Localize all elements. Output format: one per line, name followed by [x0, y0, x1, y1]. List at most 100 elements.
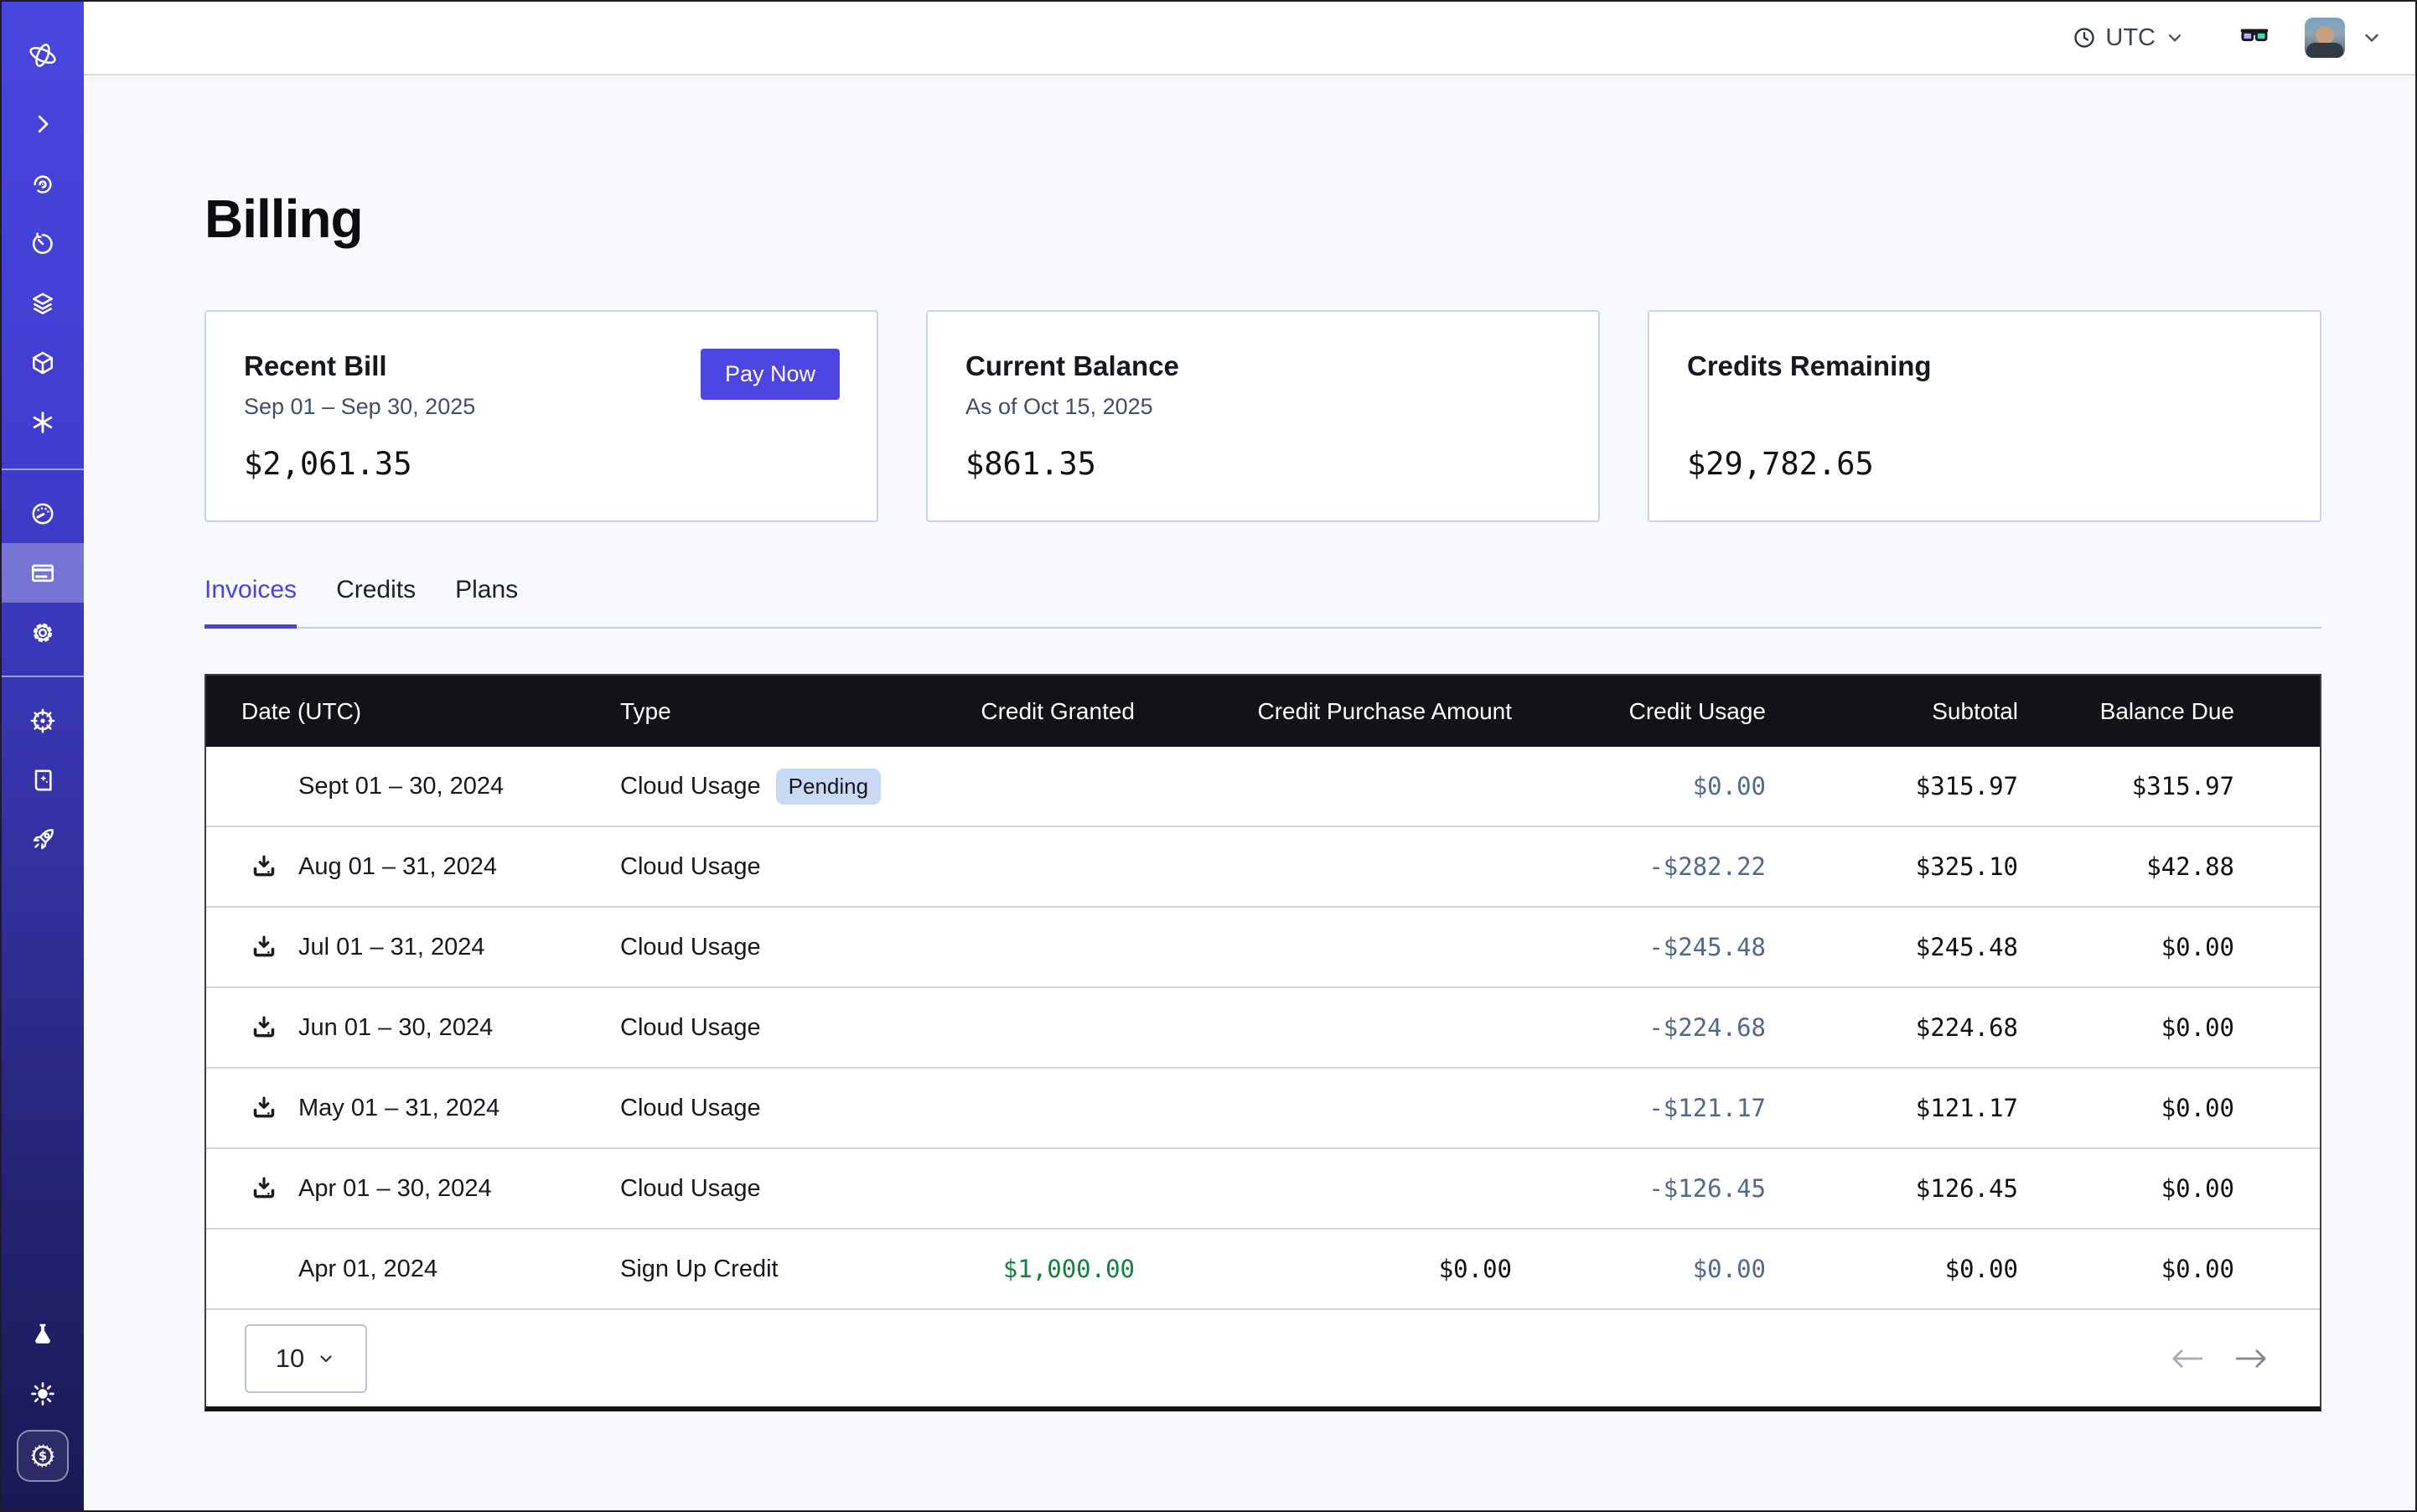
table-row: Apr 01 – 30, 2024 Cloud Usage -$126.45 $… [206, 1149, 2320, 1230]
sidebar-item-docs[interactable] [2, 750, 84, 810]
topbar: UTC [84, 2, 2417, 75]
timezone-selector[interactable]: UTC [2072, 24, 2186, 52]
download-invoice-button[interactable] [250, 1174, 278, 1203]
cell-date: Jul 01 – 31, 2024 [206, 933, 620, 961]
layers-icon [29, 290, 56, 317]
table-row: Sept 01 – 30, 2024 Cloud Usage Pending $… [206, 747, 2320, 827]
previous-page-button[interactable] [2171, 1346, 2204, 1371]
tab-credits[interactable]: Credits [336, 576, 416, 629]
billing-card-icon [29, 560, 56, 587]
table-row: Apr 01, 2024 Sign Up Credit $1,000.00 $0… [206, 1230, 2320, 1310]
invoice-date: Jun 01 – 30, 2024 [298, 1014, 493, 1042]
card-amount: $29,782.65 [1687, 446, 2282, 482]
download-slot [250, 1013, 298, 1042]
cell-credit-usage: -$126.45 [1512, 1174, 1766, 1203]
cell-credit-usage: -$224.68 [1512, 1013, 1766, 1042]
table-row: May 01 – 31, 2024 Cloud Usage -$121.17 $… [206, 1069, 2320, 1149]
dollar-badge-icon: $ [28, 1442, 57, 1470]
download-icon [250, 1013, 278, 1042]
cell-credit-usage: -$282.22 [1512, 852, 1766, 881]
download-slot [250, 1094, 298, 1122]
theme-glasses-button[interactable] [2238, 21, 2271, 54]
invoice-type: Sign Up Credit [620, 1256, 779, 1283]
invoice-date: May 01 – 31, 2024 [298, 1095, 499, 1122]
cell-subtotal: $121.17 [1766, 1094, 2018, 1122]
sidebar-item-layers[interactable] [2, 273, 84, 333]
invoice-type: Cloud Usage [620, 773, 761, 800]
sidebar-item-history[interactable] [2, 214, 84, 273]
invoice-type: Cloud Usage [620, 934, 761, 961]
table-body: Sept 01 – 30, 2024 Cloud Usage Pending $… [206, 747, 2320, 1310]
cell-type: Sign Up Credit [620, 1256, 955, 1283]
tab-plans[interactable]: Plans [455, 576, 518, 629]
credits-remaining-card: Credits Remaining $29,782.65 [1648, 310, 2321, 522]
download-icon [250, 852, 278, 881]
orbit-logo-icon[interactable] [2, 30, 84, 80]
download-icon [250, 1094, 278, 1122]
sidebar-item-asterisk[interactable] [2, 392, 84, 452]
next-page-button[interactable] [2234, 1346, 2268, 1371]
sidebar-item-spiral-scan[interactable] [2, 154, 84, 214]
cell-date: Jun 01 – 30, 2024 [206, 1013, 620, 1042]
cell-date: Aug 01 – 31, 2024 [206, 852, 620, 881]
billing-tabs: Invoices Credits Plans [204, 576, 2321, 629]
download-invoice-button[interactable] [250, 1013, 278, 1042]
chevron-down-icon [2164, 27, 2186, 49]
content: Billing Recent Bill Sep 01 – Sep 30, 202… [84, 75, 2417, 1510]
cell-balance-due: $0.00 [2018, 933, 2234, 961]
download-icon [250, 1174, 278, 1203]
cell-subtotal: $315.97 [1766, 772, 2018, 800]
page-size-value: 10 [276, 1344, 304, 1374]
usage-gauge-icon [29, 500, 56, 527]
cell-type: Cloud Usage [620, 1175, 955, 1203]
main-area: UTC Billing [84, 2, 2417, 1510]
status-badge: Pending [776, 769, 881, 805]
cell-type: Cloud Usage [620, 1095, 955, 1122]
invoice-date: Apr 01, 2024 [298, 1256, 437, 1283]
summary-cards: Recent Bill Sep 01 – Sep 30, 2025 $2,061… [204, 310, 2321, 522]
sidebar-item-settings[interactable] [2, 603, 84, 662]
sidebar-item-getting-started[interactable] [2, 810, 84, 869]
cell-balance-due: $0.00 [2018, 1255, 2234, 1283]
download-invoice-button[interactable] [250, 1094, 278, 1122]
cell-type: Cloud Usage [620, 853, 955, 881]
sidebar-item-cube[interactable] [2, 333, 84, 392]
download-invoice-button[interactable] [250, 933, 278, 961]
cell-date: Sept 01 – 30, 2024 [206, 773, 620, 800]
download-slot [250, 1174, 298, 1203]
sidebar-item-usage[interactable] [2, 484, 84, 543]
sidebar-collapse-chevron[interactable] [2, 99, 84, 149]
download-slot [250, 852, 298, 881]
sidebar: $ [2, 2, 84, 1510]
cell-balance-due: $0.00 [2018, 1094, 2234, 1122]
sidebar-item-billing[interactable] [2, 543, 84, 603]
tab-invoices[interactable]: Invoices [204, 576, 297, 629]
spiral-scan-icon [29, 171, 56, 198]
invoice-date: Apr 01 – 30, 2024 [298, 1175, 492, 1203]
cell-subtotal: $0.00 [1766, 1255, 2018, 1283]
sidebar-item-theme[interactable] [2, 1364, 84, 1423]
sidebar-item-credits[interactable]: $ [17, 1430, 69, 1482]
download-invoice-button[interactable] [250, 852, 278, 881]
column-header-credit-purchase: Credit Purchase Amount [1135, 698, 1512, 725]
svg-text:$: $ [39, 1448, 47, 1463]
account-menu-button[interactable] [2360, 26, 2383, 49]
table-header-row: Date (UTC) Type Credit Granted Credit Pu… [206, 676, 2320, 747]
table-row: Aug 01 – 31, 2024 Cloud Usage -$282.22 $… [206, 827, 2320, 908]
download-icon [250, 933, 278, 961]
invoice-date: Aug 01 – 31, 2024 [298, 853, 497, 881]
page-size-select[interactable]: 10 [245, 1324, 367, 1393]
cell-type: Cloud Usage Pending [620, 769, 955, 805]
sidebar-item-labs[interactable] [2, 1304, 84, 1364]
arrow-left-icon [2171, 1346, 2204, 1371]
cell-subtotal: $245.48 [1766, 933, 2018, 961]
sidebar-item-support[interactable] [2, 691, 84, 750]
avatar[interactable] [2305, 18, 2345, 58]
pay-now-button[interactable]: Pay Now [701, 349, 840, 400]
cell-credit-granted: $1,000.00 [955, 1255, 1135, 1283]
cell-balance-due: $0.00 [2018, 1013, 2234, 1042]
asterisk-icon [29, 409, 56, 436]
card-title: Current Balance [965, 350, 1560, 382]
column-header-credit-usage: Credit Usage [1512, 698, 1766, 725]
card-subtitle: As of Oct 15, 2025 [965, 394, 1560, 422]
